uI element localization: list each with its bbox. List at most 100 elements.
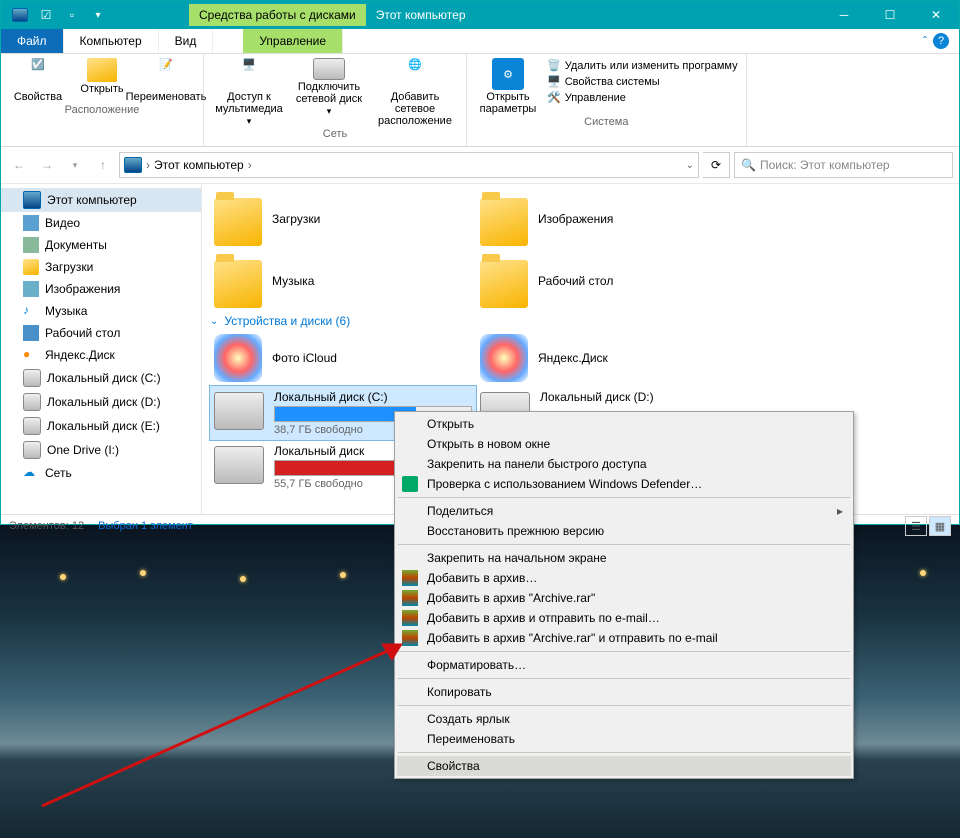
section-devices[interactable]: ⌄ Устройства и диски (6) [210, 312, 959, 330]
collapse-ribbon-icon[interactable]: ˆ [923, 34, 927, 48]
view-icons-button[interactable]: ▦ [929, 516, 951, 536]
ribbon-addnet[interactable]: 🌐Добавить сетевое расположение [370, 56, 460, 127]
menu-item[interactable]: Открыть в новом окне [397, 434, 851, 454]
menu-item[interactable]: Копировать [397, 682, 851, 702]
tab-computer[interactable]: Компьютер [64, 29, 159, 53]
properties-icon: ☑️ [22, 58, 54, 90]
close-button[interactable]: ✕ [913, 1, 959, 29]
folder-label: Загрузки [272, 212, 320, 226]
hdd-icon [214, 392, 264, 430]
menu-item[interactable]: Поделиться▸ [397, 501, 851, 521]
nav-item[interactable]: One Drive (I:) [1, 438, 201, 462]
menu-item[interactable]: Добавить в архив и отправить по e-mail… [397, 608, 851, 628]
nav-forward-button[interactable]: → [35, 153, 59, 177]
menu-label: Переименовать [427, 732, 515, 746]
rar-icon [402, 610, 418, 626]
nav-item[interactable]: Загрузки [1, 256, 201, 278]
ribbon-rename[interactable]: 📝Переименовать [135, 56, 197, 103]
folder-icon [214, 198, 262, 246]
pc-icon [124, 157, 142, 173]
search-input[interactable]: 🔍 Поиск: Этот компьютер [734, 152, 953, 178]
menu-item[interactable]: Закрепить на панели быстрого доступа [397, 454, 851, 474]
tab-view[interactable]: Вид [159, 29, 214, 53]
breadcrumb[interactable]: › Этот компьютер › ⌄ [119, 152, 699, 178]
rename-icon: 📝 [150, 58, 182, 90]
menu-label: Добавить в архив и отправить по e-mail… [427, 611, 660, 625]
settings-icon: ⚙ [492, 58, 524, 90]
ribbon-open[interactable]: Открыть [71, 56, 133, 103]
ribbon-tabs: Файл Компьютер Вид Управление ˆ ? [1, 29, 959, 54]
nav-item[interactable]: Видео [1, 212, 201, 234]
folder-icon [480, 198, 528, 246]
folder-item[interactable]: Загрузки [210, 188, 476, 250]
ribbon-sysprops[interactable]: 🖥️Свойства системы [545, 74, 740, 89]
folder-item[interactable]: Музыка [210, 250, 476, 312]
qat-dropdown-icon[interactable]: ▾ [87, 4, 109, 26]
tab-file[interactable]: Файл [1, 29, 64, 53]
help-icon[interactable]: ? [933, 33, 949, 49]
cloud-item[interactable]: Яндекс.Диск [476, 330, 742, 386]
shield-icon [402, 476, 418, 492]
chevron-down-icon[interactable]: ⌄ [210, 316, 218, 327]
menu-label: Открыть [427, 417, 474, 431]
nav-item[interactable]: Локальный диск (C:) [1, 366, 201, 390]
menu-item[interactable]: Свойства [397, 756, 851, 776]
ribbon-uninstall[interactable]: 🗑️Удалить или изменить программу [545, 58, 740, 73]
chevron-right-icon[interactable]: › [146, 158, 150, 172]
qat-new-icon[interactable]: ▫ [61, 4, 83, 26]
nav-tree[interactable]: Этот компьютерВидео Документы ЗагрузкиИзоб… [1, 184, 202, 514]
nav-item[interactable]: Локальный диск (D:) [1, 390, 201, 414]
nav-back-button[interactable]: ← [7, 153, 31, 177]
context-tab-drives[interactable]: Средства работы с дисками [189, 4, 366, 26]
menu-item[interactable]: Восстановить прежнюю версию [397, 521, 851, 541]
refresh-button[interactable]: ⟳ [703, 152, 730, 178]
nav-item[interactable]: Этот компьютер [1, 188, 201, 212]
menu-item[interactable]: Добавить в архив "Archive.rar" и отправи… [397, 628, 851, 648]
qat-props-icon[interactable]: ☑ [35, 4, 57, 26]
folder-item[interactable]: Рабочий стол [476, 250, 742, 312]
qat-pc-icon[interactable] [9, 4, 31, 26]
nav-label: Локальный диск (C:) [47, 371, 161, 385]
chevron-down-icon[interactable]: ⌄ [686, 160, 694, 171]
menu-item[interactable]: Форматировать… [397, 655, 851, 675]
ribbon-admin[interactable]: 🛠️Управление [545, 90, 740, 105]
menu-item[interactable]: Добавить в архив "Archive.rar" [397, 588, 851, 608]
menu-item[interactable]: Открыть [397, 414, 851, 434]
menu-item[interactable]: Создать ярлык [397, 709, 851, 729]
ribbon-openparams[interactable]: ⚙Открыть параметры [473, 56, 543, 115]
ribbon-media[interactable]: 🖥️Доступ к мультимедиа▾ [210, 56, 288, 127]
nav-label: Рабочий стол [45, 326, 120, 340]
tab-manage[interactable]: Управление [243, 29, 343, 53]
nav-item[interactable]: Локальный диск (E:) [1, 414, 201, 438]
nav-item[interactable]: Изображения [1, 278, 201, 300]
ribbon-properties[interactable]: ☑️Свойства [7, 56, 69, 103]
breadcrumb-root[interactable]: Этот компьютер [154, 158, 244, 172]
nav-recent-button[interactable]: ▾ [63, 153, 87, 177]
menu-item[interactable]: Переименовать [397, 729, 851, 749]
hdd-icon [214, 446, 264, 484]
menu-item[interactable]: Добавить в архив… [397, 568, 851, 588]
nav-item[interactable]: ☁Сеть [1, 462, 201, 484]
folder-item[interactable]: Изображения [476, 188, 742, 250]
status-selection: Выбран 1 элемент [98, 520, 193, 532]
media-icon: 🖥️ [233, 58, 265, 90]
cloud-icon [480, 334, 528, 382]
maximize-button[interactable]: ☐ [867, 1, 913, 29]
view-details-button[interactable]: ☰ [905, 516, 927, 536]
folder-label: Рабочий стол [538, 274, 613, 288]
titlebar[interactable]: ☑ ▫ ▾ Средства работы с дисками Этот ком… [1, 1, 959, 29]
nav-label: Документы [45, 238, 107, 252]
nav-item[interactable]: ●Яндекс.Диск [1, 344, 201, 366]
open-icon [87, 58, 117, 82]
chevron-right-icon[interactable]: › [248, 158, 252, 172]
menu-item[interactable]: Закрепить на начальном экране [397, 548, 851, 568]
minimize-button[interactable]: ─ [821, 1, 867, 29]
ribbon-netdrive[interactable]: Подключить сетевой диск▾ [290, 56, 368, 127]
nav-item[interactable]: ♪Музыка [1, 300, 201, 322]
nav-up-button[interactable]: ↑ [91, 153, 115, 177]
nav-item[interactable]: Документы [1, 234, 201, 256]
menu-item[interactable]: Проверка с использованием Windows Defend… [397, 474, 851, 494]
cloud-item[interactable]: Фото iCloud [210, 330, 476, 386]
ribbon-group-location: Расположение [65, 103, 140, 118]
nav-item[interactable]: Рабочий стол [1, 322, 201, 344]
